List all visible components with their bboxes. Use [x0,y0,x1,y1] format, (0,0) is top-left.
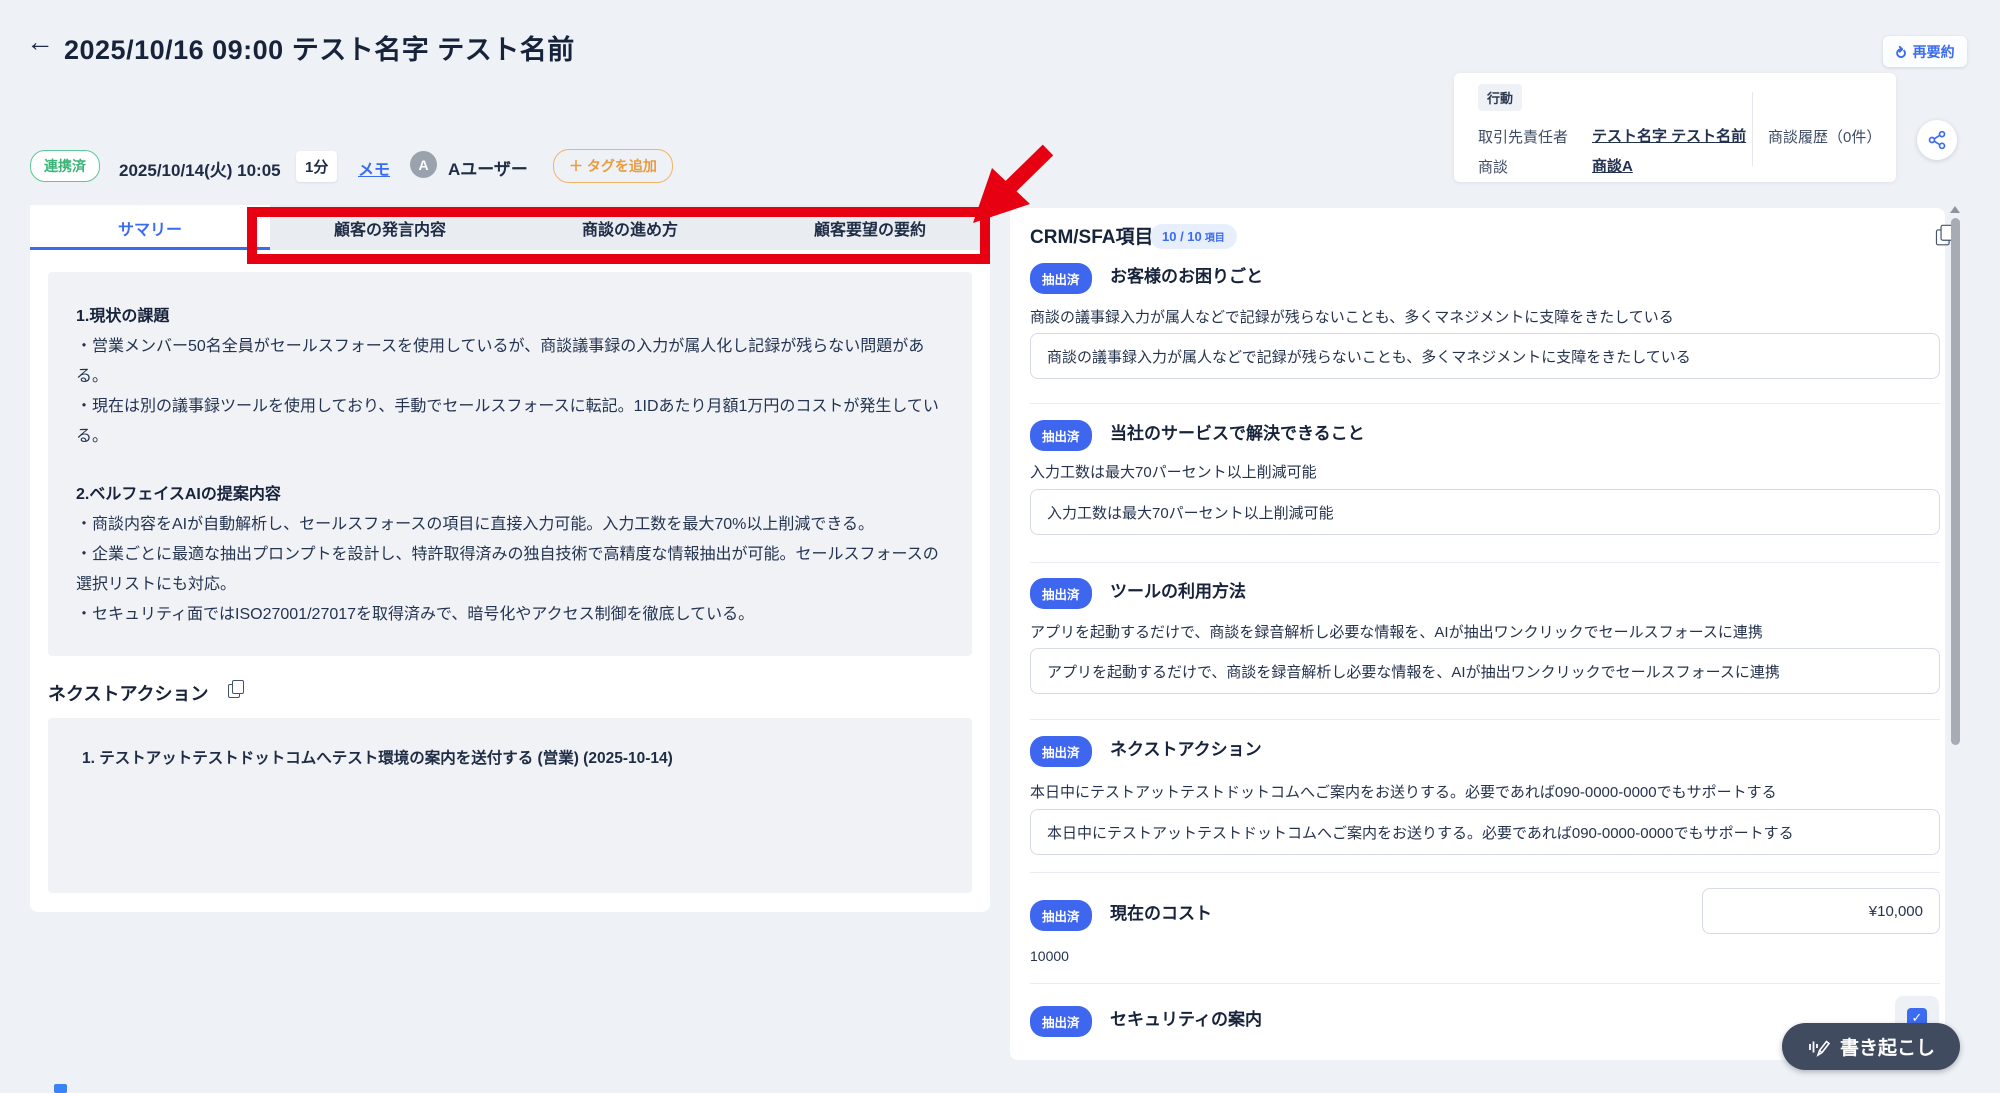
summary-bullet: ・企業ごとに最適な抽出プロンプトを設計し、特許取得済みの独自技術で高精度な情報抽… [76,540,944,600]
deal-label: 商談 [1478,156,1508,177]
crm-field-label: ツールの利用方法 [1110,582,1246,601]
share-icon [1927,130,1947,150]
summary-bullet: ・現在は別の議事録ツールを使用しており、手動でセールスフォースに転記。1IDあた… [76,392,944,452]
next-action-item: 1. テストアットテストドットコムへテスト環境の案内を送付する (営業) (20… [82,746,938,768]
crm-cost-raw-value: 10000 [1030,948,1069,964]
crm-field-label: 現在のコスト [1110,904,1212,923]
summary-bullet: ・営業メンバー50名全員がセールスフォースを使用しているが、商談議事録の入力が属… [76,332,944,392]
crm-field-input[interactable] [1030,809,1940,855]
field-divider [1030,562,1940,563]
extracted-badge: 抽出済 [1030,420,1092,451]
tab-summary[interactable]: サマリー [30,205,270,250]
crm-field-count-badge: 10 / 10項目 [1150,224,1237,249]
share-button[interactable] [1917,120,1957,160]
user-name: Aユーザー [448,155,528,180]
sync-status-badge: 連携済 [30,150,100,182]
crm-field-label: ネクストアクション [1110,740,1262,759]
meeting-datetime: 2025/10/14(火) 10:05 [119,156,281,181]
next-action-heading: ネクストアクション [48,680,209,706]
tab-bar: サマリー 顧客の発言内容 商談の進め方 顧客要望の要約 [30,205,990,250]
add-tag-button[interactable]: ＋ タグを追加 [553,149,673,183]
field-divider [1030,403,1940,404]
extracted-badge: 抽出済 [1030,1006,1092,1037]
copy-icon[interactable] [228,680,243,697]
record-card-divider [1752,92,1753,166]
user-avatar: A [410,151,437,178]
crm-field-description: 入力工数は最大70パーセント以上削減可能 [1030,461,1317,482]
resummarize-label: 再要約 [1913,42,1955,62]
transcribe-label: 書き起こし [1840,1033,1935,1060]
field-divider [1030,872,1940,873]
summary-bullet: ・セキュリティ面ではISO27001/27017を取得済みで、暗号化やアクセス制… [76,600,944,630]
transcribe-pen-icon [1807,1035,1831,1059]
scrollbar-up-arrow[interactable] [1950,206,1960,213]
tab-meeting-progress[interactable]: 商談の進め方 [510,205,750,250]
contact-owner-link[interactable]: テスト名字 テスト名前 [1592,125,1746,146]
crm-field-count: 10 / 10 [1162,229,1202,244]
crm-field-input[interactable] [1030,648,1940,694]
deal-link[interactable]: 商談A [1592,155,1633,176]
crm-field-input[interactable] [1030,489,1940,535]
memo-link[interactable]: メモ [358,156,390,180]
next-action-card: 1. テストアットテストドットコムへテスト環境の案内を送付する (営業) (20… [48,718,972,893]
summary-section-heading: 2.ベルフェイスAIの提案内容 [76,480,944,510]
crm-cost-input[interactable] [1702,888,1940,934]
summary-bullet: ・商談内容をAIが自動解析し、セールスフォースの項目に直接入力可能。入力工数を最… [76,510,944,540]
record-type-tag: 行動 [1478,84,1522,111]
duration-badge: 1分 [296,151,337,182]
partial-widget [54,1084,67,1093]
crm-field-input[interactable] [1030,333,1940,379]
extracted-badge: 抽出済 [1030,736,1092,767]
contact-owner-label: 取引先責任者 [1478,126,1568,147]
crm-field-count-unit: 項目 [1205,233,1225,244]
refresh-icon: ⟳ [1892,45,1910,58]
summary-card: 1.現状の課題 ・営業メンバー50名全員がセールスフォースを使用しているが、商談… [48,272,972,656]
page-title: 2025/10/16 09:00 テスト名字 テスト名前 [64,28,575,67]
crm-field-description: 商談の議事録入力が属人などで記録が残らないことも、多くマネジメントに支障をきたし… [1030,306,1674,327]
summary-section-heading: 1.現状の課題 [76,302,944,332]
tab-customer-statements[interactable]: 顧客の発言内容 [270,205,510,250]
crm-field-label: 当社のサービスで解決できること [1110,424,1365,443]
crm-field-description: アプリを起動するだけで、商談を録音解析し必要な情報を、AIが抽出ワンクリックでセ… [1030,621,1763,642]
extracted-badge: 抽出済 [1030,578,1092,609]
crm-field-description: 本日中にテストアットテストドットコムへご案内をお送りする。必要であれば090-0… [1030,781,1777,802]
transcribe-button[interactable]: 書き起こし [1782,1023,1960,1070]
extracted-badge: 抽出済 [1030,900,1092,931]
crm-field-label: セキュリティの案内 [1110,1010,1262,1029]
scrollbar-thumb[interactable] [1951,218,1960,745]
crm-panel-title: CRM/SFA項目 [1030,222,1154,249]
deal-history-label[interactable]: 商談履歴（0件） [1768,126,1881,147]
extracted-badge: 抽出済 [1030,263,1092,294]
field-divider [1030,983,1940,984]
tab-customer-request-summary[interactable]: 顧客要望の要約 [750,205,990,250]
field-divider [1030,719,1940,720]
back-arrow-icon[interactable]: ← [26,26,54,58]
resummarize-button[interactable]: ⟳ 再要約 [1883,36,1967,67]
crm-field-label: お客様のお困りごと [1110,267,1263,286]
